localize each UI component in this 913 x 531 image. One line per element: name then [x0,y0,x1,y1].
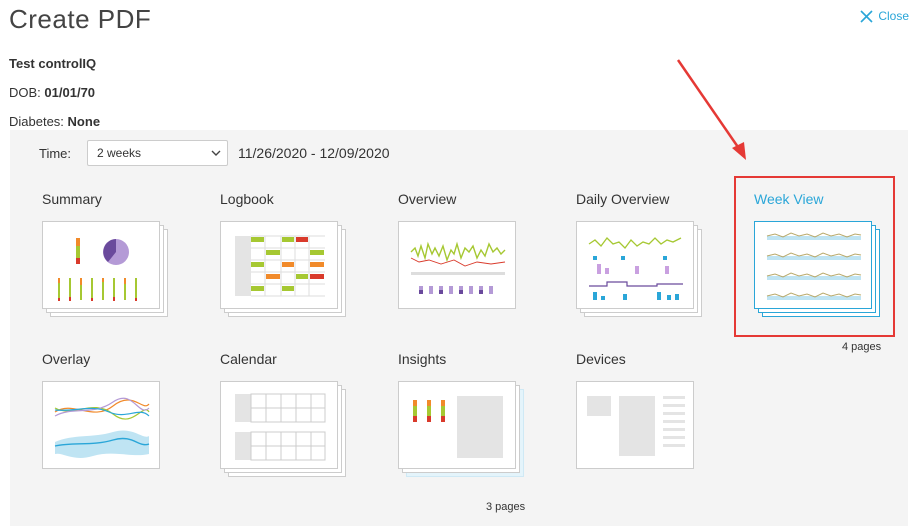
report-daily-overview[interactable]: Daily Overview [576,191,716,317]
patient-dob: DOB: 01/01/70 [9,85,95,100]
close-label: Close [878,9,909,23]
diabetes-value: None [67,114,101,129]
report-calendar[interactable]: Calendar [220,351,360,477]
patient-diabetes: Diabetes: None [9,114,100,129]
daily-overview-chart-icon [588,237,683,300]
highlight-annotation [734,176,895,337]
overlay-chart-icon [54,397,150,458]
report-summary-label: Summary [42,191,102,207]
report-logbook[interactable]: Logbook [220,191,360,317]
report-insights[interactable]: Insights [398,351,538,477]
report-insights-label: Insights [398,351,447,367]
calendar-thumbnail[interactable] [220,381,352,477]
page-title: Create PDF [9,4,152,34]
report-summary[interactable]: Summary [42,191,182,317]
report-devices-label: Devices [576,351,626,367]
report-daily-overview-label: Daily Overview [576,191,670,207]
arrow-annotation-icon [676,59,746,160]
insights-chart-icon [413,396,503,458]
overlay-thumbnail[interactable] [42,381,174,477]
report-overlay-label: Overlay [42,351,91,367]
dob-value: 01/01/70 [44,85,96,100]
summary-thumbnail[interactable] [42,221,174,317]
date-range: 11/26/2020 - 12/09/2020 [238,145,390,161]
report-logbook-label: Logbook [220,191,274,207]
report-overlay[interactable]: Overlay [42,351,182,477]
report-overview-label: Overview [398,191,457,207]
summary-chart-icon [58,238,137,301]
daily-overview-thumbnail[interactable] [576,221,708,317]
close-icon [860,9,873,23]
report-devices[interactable]: Devices [576,351,716,477]
diabetes-label: Diabetes: [9,114,64,129]
patient-name: Test controlIQ [9,56,97,71]
week-view-page-count: 4 pages [842,341,882,353]
report-calendar-label: Calendar [220,351,277,367]
logbook-thumbnail[interactable] [220,221,352,317]
calendar-grid-icon [235,393,326,461]
report-overview[interactable]: Overview [398,191,538,317]
logbook-table-icon [235,235,325,297]
insights-thumbnail[interactable] [398,381,530,477]
devices-thumbnail[interactable] [576,381,708,477]
insights-page-count: 3 pages [486,501,526,513]
chevron-down-icon [211,150,221,156]
overview-thumbnail[interactable] [398,221,530,317]
time-select[interactable]: 2 weeks [87,140,228,166]
time-select-value: 2 weeks [97,146,142,160]
time-label: Time: [39,146,72,161]
devices-layout-icon [587,396,685,456]
close-button[interactable]: Close [860,9,909,23]
overview-chart-icon [410,241,506,294]
dob-label: DOB: [9,85,41,100]
